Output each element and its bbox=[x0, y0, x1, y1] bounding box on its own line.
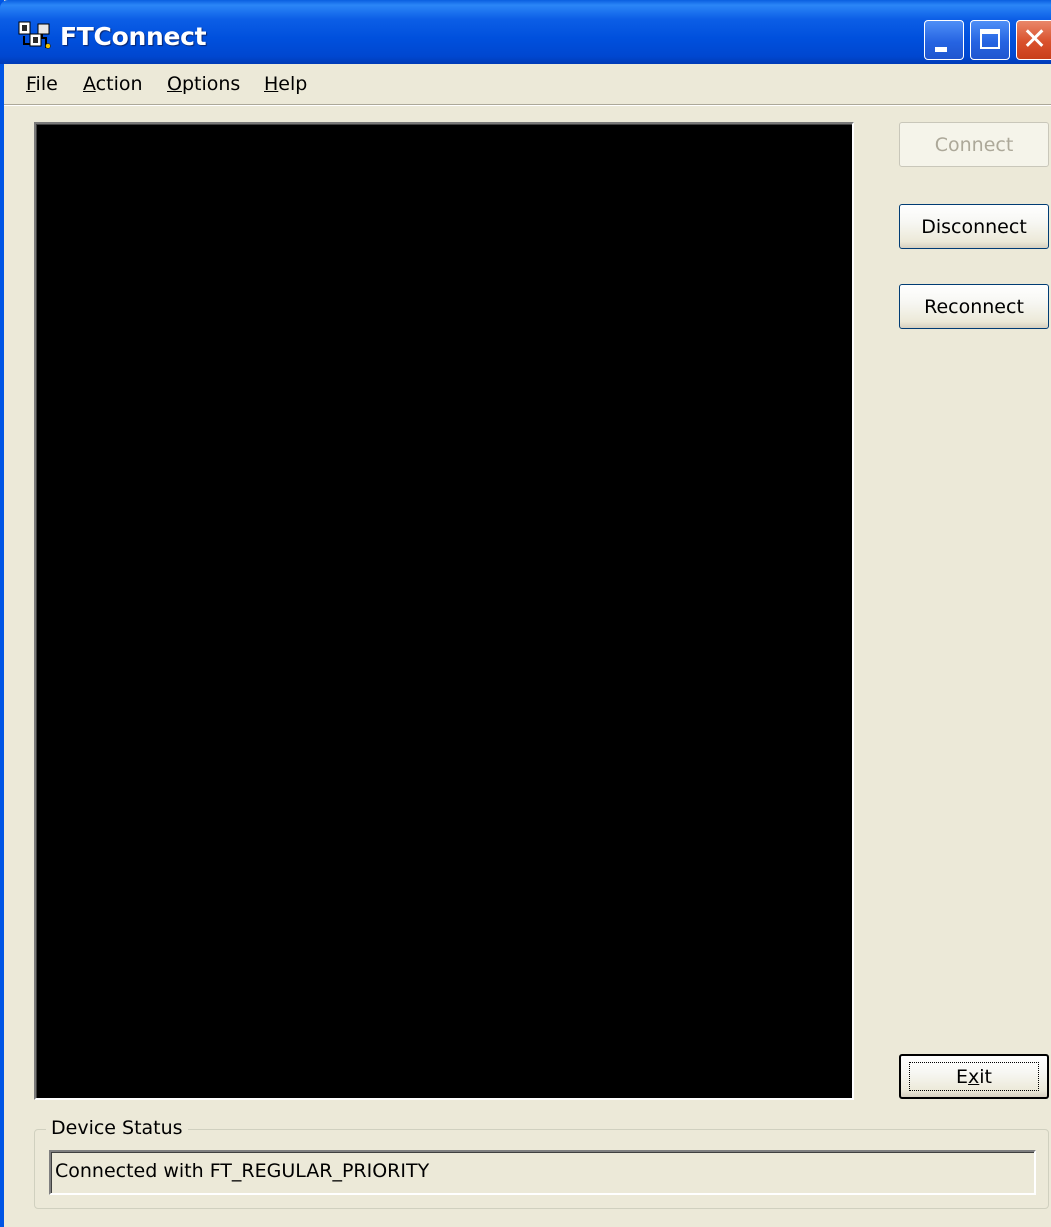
minimize-button[interactable] bbox=[924, 20, 964, 60]
connect-button[interactable]: Connect bbox=[899, 122, 1049, 167]
menu-bar bbox=[4, 64, 1051, 104]
menu-options[interactable]: Options bbox=[167, 73, 240, 95]
disconnect-button[interactable]: Disconnect bbox=[899, 204, 1049, 249]
title-bar[interactable]: FTConnect ✕ bbox=[0, 0, 1051, 64]
device-display-area bbox=[34, 122, 854, 1100]
menu-action[interactable]: Action bbox=[83, 73, 143, 95]
exit-button-label: Exit bbox=[956, 1065, 992, 1088]
exit-button[interactable]: Exit bbox=[899, 1054, 1049, 1099]
minimize-icon bbox=[935, 47, 947, 52]
maximize-button[interactable] bbox=[970, 20, 1010, 60]
device-status-label: Device Status bbox=[46, 1117, 188, 1139]
menu-separator bbox=[4, 104, 1051, 106]
close-button[interactable]: ✕ bbox=[1016, 20, 1051, 60]
menu-file[interactable]: File bbox=[26, 73, 58, 95]
menu-help[interactable]: Help bbox=[264, 73, 307, 95]
maximize-icon bbox=[980, 29, 1000, 49]
ftconnect-app-icon bbox=[18, 21, 51, 49]
device-status-field: Connected with FT_REGULAR_PRIORITY bbox=[49, 1150, 1036, 1195]
ftconnect-window: FTConnect ✕ File Action Options Help Con… bbox=[0, 0, 1051, 1227]
close-icon: ✕ bbox=[1022, 22, 1048, 57]
reconnect-button[interactable]: Reconnect bbox=[899, 284, 1049, 329]
window-title: FTConnect bbox=[60, 22, 207, 51]
